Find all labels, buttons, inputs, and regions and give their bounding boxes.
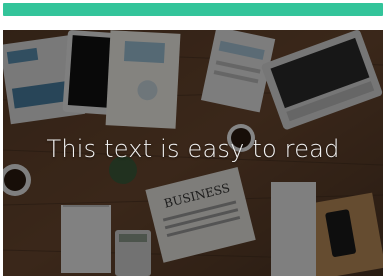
hero-caption: This text is easy to read — [46, 135, 340, 163]
hero-image: BUSINESS This text is easy to read — [3, 30, 383, 276]
accent-bar — [3, 3, 383, 16]
